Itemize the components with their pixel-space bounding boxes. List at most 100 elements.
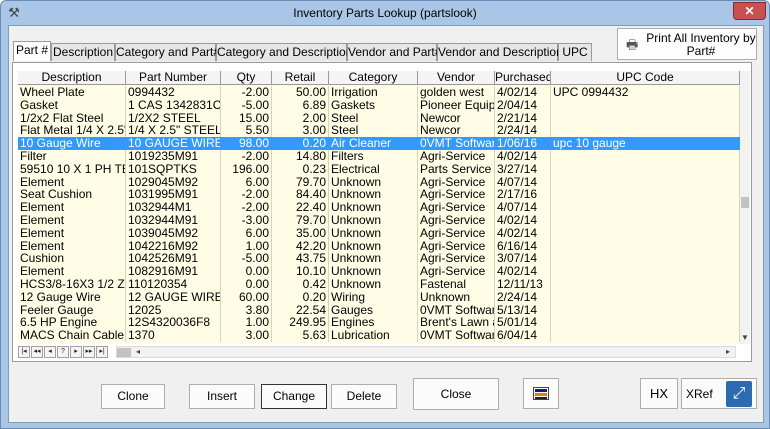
tab-upc[interactable]: UPC	[558, 43, 592, 61]
tab-description[interactable]: Description	[51, 43, 115, 61]
table-row[interactable]: Feeler Gauge 12025 3.80 22.54 Gauges 0VMT Sof…	[18, 303, 740, 317]
xref-label: XRef	[686, 387, 713, 401]
cell-qty: 98.00	[221, 137, 272, 151]
cell-part-number: 12025	[126, 303, 221, 317]
cell-description: 6.5 HP Engine	[18, 316, 126, 330]
table-row[interactable]: HCS3/8-16X3 1/2 Z 5 110120354 0.00 0.42 Unkn…	[18, 278, 740, 291]
cell-description: 59510 10 X 1 PH TEK	[18, 162, 126, 176]
tab-category-and-part[interactable]: Category and Part#	[115, 43, 220, 61]
vertical-scroll-thumb[interactable]	[741, 197, 749, 208]
cell-part-number: 10 GAUGE WIRE	[128, 137, 221, 151]
scroll-down-icon[interactable]: ▼	[740, 333, 750, 343]
insert-button[interactable]: Insert	[189, 384, 255, 409]
next-page-button[interactable]: ▸▸	[83, 346, 95, 358]
column-header-upc-code[interactable]: UPC Code	[551, 71, 740, 85]
cell-qty: -5.00	[221, 98, 272, 112]
title-bar[interactable]: ⚒ Inventory Parts Lookup (partslook) ✕	[1, 1, 769, 25]
cell-purchased: 2/04/14	[495, 98, 551, 112]
cell-qty: 1.00	[221, 239, 272, 253]
table-row[interactable]: Element 1032944M1 -2.00 22.40 Unknown Agri-Se…	[18, 201, 740, 215]
table-row[interactable]: MACS Chain Cable Lu13703.005.63Lubricati…	[18, 329, 740, 343]
column-header-retail[interactable]: Retail	[272, 71, 329, 85]
cell-qty: 3.00	[221, 329, 272, 343]
cell-description: Element	[18, 175, 126, 189]
next-record-button[interactable]: ▸	[70, 346, 82, 358]
cell-qty: -2.00	[221, 86, 272, 99]
table-row[interactable]: 59510 10 X 1 PH TEK101SQPTKS196.000.23El…	[18, 162, 740, 176]
inventory-window: ⚒ Inventory Parts Lookup (partslook) ✕ P…	[0, 0, 770, 429]
vertical-scrollbar[interactable]: ▼	[740, 71, 750, 344]
table-row[interactable]: 6.5 HP Engine 12S4320036F8 1.00 249.95 Engin…	[18, 316, 740, 330]
table-row[interactable]: Flat Metal 1/4 X 2.5" X1/4 X 2.5" STEEL5…	[18, 124, 740, 138]
table-row[interactable]: Element 1042216M92 1.00 42.20 Unknown Agri-Se…	[18, 239, 740, 253]
cell-purchased: 2/24/14	[495, 290, 551, 304]
previous-record-button[interactable]: ◂	[44, 346, 56, 358]
previous-page-button[interactable]: ◂◂	[31, 346, 43, 358]
table-row[interactable]: Gasket 1 CAS 1342831C1 -5.00 6.89 Gaskets Pio…	[18, 98, 740, 112]
parts-grid[interactable]: Description Part Number Qty Retail Category V…	[18, 71, 740, 344]
table-row[interactable]: 12 Gauge Wire 12 GAUGE WIRE 60.00 0.20 Wirin…	[18, 290, 740, 304]
table-row[interactable]: Wheel Plate 0994432 -2.00 50.00 Irrigation go…	[18, 86, 740, 99]
scroll-left-icon[interactable]: ◂	[133, 347, 143, 357]
cell-purchased: 4/02/14	[495, 86, 551, 99]
color-settings-button[interactable]	[523, 378, 559, 409]
tab-category-and-description[interactable]: Category and Description	[216, 43, 352, 61]
cell-purchased: 4/02/14	[495, 214, 551, 227]
table-row[interactable]: 1/2x2 Flat Steel 1/2X2 STEEL 15.00 2.00 Stee…	[18, 111, 740, 125]
table-row[interactable]: Element 1029045M92 6.00 79.70 Unknown Agri-Se…	[18, 175, 740, 189]
column-header-description[interactable]: Description	[18, 71, 126, 85]
close-button[interactable]: Close	[413, 378, 499, 410]
column-header-purchased[interactable]: Purchased	[495, 71, 551, 85]
clone-button[interactable]: Clone	[101, 384, 165, 409]
hx-button[interactable]: HX	[640, 378, 678, 409]
cell-retail: 2.00	[272, 111, 329, 125]
table-row[interactable]: Cushion 1042526M91 -5.00 43.75 Unknown Agri-S…	[18, 252, 740, 266]
first-record-button[interactable]: |◂	[18, 346, 30, 358]
tab-part-number[interactable]: Part #	[13, 41, 51, 61]
cell-purchased: 12/11/13	[495, 278, 551, 291]
cell-description: 10 Gauge Wire	[18, 137, 126, 151]
change-button[interactable]: Change	[261, 384, 327, 409]
window-close-button[interactable]: ✕	[733, 2, 766, 20]
cell-purchased: 5/01/14	[495, 316, 551, 330]
cell-upc-code	[551, 239, 740, 253]
scroll-right-icon[interactable]: ▸	[723, 347, 733, 357]
cell-vendor: Parts Service P	[420, 162, 495, 176]
column-header-category[interactable]: Category	[329, 71, 418, 85]
cell-purchased: 2/21/14	[495, 111, 551, 125]
horizontal-scrollbar[interactable]: ◂ ▸	[116, 346, 736, 358]
search-record-button[interactable]: ?	[57, 346, 69, 358]
column-header-part-number[interactable]: Part Number	[126, 71, 221, 85]
expand-arrows-icon: ⤢	[726, 381, 752, 407]
column-header-qty[interactable]: Qty	[221, 71, 272, 85]
table-row[interactable]: Element 1039045M92 6.00 35.00 Unknown Agri-Se…	[18, 226, 740, 240]
tab-vendor-and-description[interactable]: Vendor and Description	[437, 43, 563, 61]
table-row[interactable]: Element 1082916M91 0.00 10.10 Unknown Agri-Se…	[18, 265, 740, 279]
cell-retail: 43.75	[272, 252, 329, 266]
cell-upc-code	[551, 111, 740, 125]
cell-upc-code	[551, 201, 740, 215]
cell-qty: 60.00	[221, 290, 272, 304]
table-row[interactable]: Seat Cushion 1031995M91 -2.00 84.40 Unknown A…	[18, 188, 740, 202]
column-header-vendor[interactable]: Vendor	[418, 71, 495, 85]
cell-part-number: 1039045M92	[126, 226, 221, 240]
cell-category: Filters	[329, 150, 418, 163]
print-all-inventory-button[interactable]: 🖶 Print All Inventory by Part#	[617, 28, 757, 60]
last-record-button[interactable]: ▸|	[96, 346, 108, 358]
delete-button[interactable]: Delete	[331, 384, 397, 409]
cell-qty: 1.00	[221, 316, 272, 330]
cell-purchased: 6/04/14	[495, 329, 551, 343]
cell-retail: 0.23	[272, 162, 329, 176]
cell-part-number: 0994432	[126, 86, 221, 99]
cell-vendor: 0VMT Software	[420, 137, 495, 151]
cell-purchased: 4/02/14	[495, 265, 551, 279]
table-row[interactable]: Element 1032944M91 -3.00 79.70 Unknown Agri-S…	[18, 214, 740, 227]
cell-upc-code	[551, 290, 740, 304]
table-row[interactable]: 10 Gauge Wire 10 GAUGE WIRE 98.00 0.20 Air C…	[18, 137, 740, 151]
table-row[interactable]: Filter 1019235M91 -2.00 14.80 Filters Agri-Se…	[18, 150, 740, 163]
tab-vendor-and-part[interactable]: Vendor and Part#	[347, 43, 441, 61]
horizontal-scroll-thumb[interactable]	[117, 348, 131, 357]
xref-button[interactable]: XRef ⤢	[681, 378, 757, 409]
cell-vendor: Agri-Service	[418, 226, 495, 240]
color-bars-icon	[533, 387, 549, 400]
